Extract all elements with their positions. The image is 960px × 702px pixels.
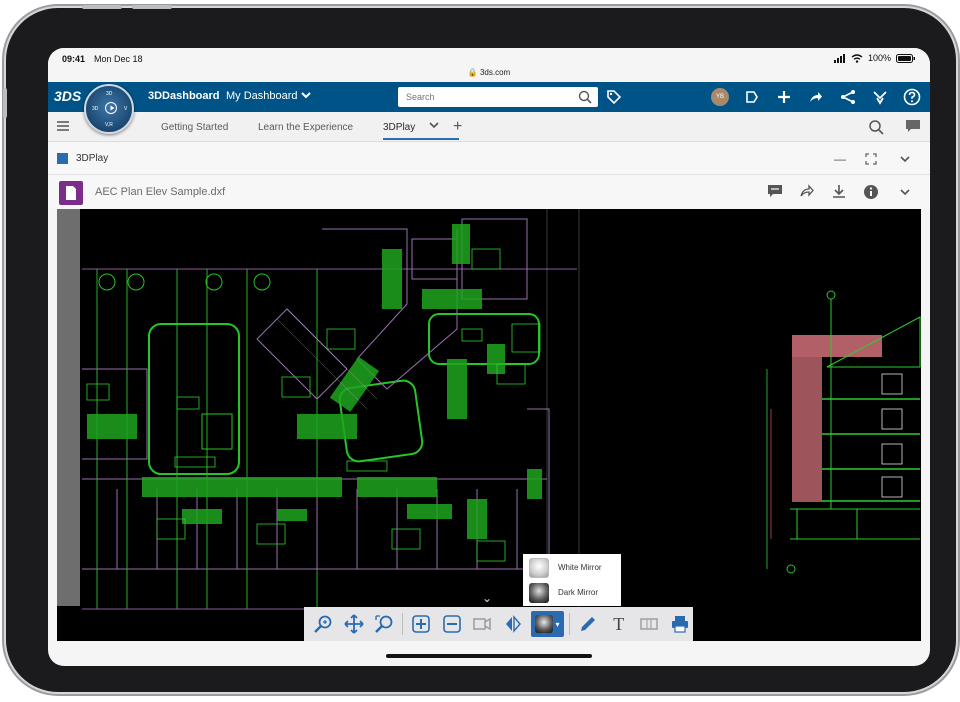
status-time: 09:41 — [62, 54, 86, 64]
dark-mirror-icon — [529, 583, 549, 603]
apps-icon[interactable] — [870, 87, 890, 107]
app-brand: 3DDashboard — [148, 90, 220, 102]
status-right: 100% — [833, 53, 916, 63]
dark-mirror-swatch — [535, 615, 554, 633]
add-icon[interactable] — [774, 87, 794, 107]
text-icon[interactable]: T — [606, 611, 632, 637]
url-bar[interactable]: 🔒 3ds.com — [48, 68, 930, 77]
zoom-out-icon[interactable] — [439, 611, 465, 637]
cross-section-icon[interactable] — [637, 611, 663, 637]
fullscreen-icon[interactable] — [865, 153, 877, 165]
dark-mirror-label: Dark Mirror — [558, 588, 598, 597]
hardware-button — [3, 88, 7, 118]
viewer-toolbar: ▾ T — [304, 607, 693, 641]
floor-plan-drawing — [82, 209, 921, 641]
wifi-icon — [851, 53, 863, 63]
dashboard-selector[interactable]: My Dashboard — [226, 90, 311, 102]
zoom-fit-icon[interactable] — [310, 611, 336, 637]
top-bar: 3DS 3D 3D V V,R 3DDashboard My Dashboard — [48, 82, 930, 134]
tab-learn-the-experience[interactable]: Learn the Experience — [258, 122, 353, 133]
compass-label-right: V — [124, 106, 128, 112]
chevron-down-icon — [300, 92, 311, 99]
info-icon[interactable] — [863, 184, 879, 200]
compass-label-top: 3D — [106, 91, 113, 97]
video-icon[interactable] — [469, 611, 495, 637]
status-bar: 09:41 Mon Dec 18 🔒 3ds.com 100% — [48, 48, 930, 82]
print-icon[interactable] — [667, 611, 693, 637]
tablet-frame: 09:41 Mon Dec 18 🔒 3ds.com 100% 3DS 3D 3… — [3, 5, 956, 692]
play-icon — [105, 102, 117, 114]
hardware-button — [82, 5, 122, 9]
screen: 09:41 Mon Dec 18 🔒 3ds.com 100% 3DS 3D 3… — [48, 48, 930, 666]
hardware-button — [132, 5, 172, 9]
white-mirror-option[interactable]: White Mirror — [523, 555, 621, 580]
lock-icon: 🔒 — [467, 68, 478, 77]
compass-icon[interactable]: 3D 3D V V,R — [84, 84, 134, 134]
minimize-icon[interactable]: — — [834, 152, 846, 166]
dashboard-tabs: Getting Started Learn the Experience 3DP… — [48, 112, 930, 142]
comment-icon[interactable] — [905, 119, 921, 133]
url-text: 3ds.com — [479, 68, 511, 77]
compass-label-left: 3D — [92, 106, 99, 112]
collab-space-icon[interactable] — [742, 87, 762, 107]
zoom-in-icon[interactable] — [408, 611, 434, 637]
document-title: AEC Plan Elev Sample.dxf — [95, 186, 226, 198]
document-icon — [59, 181, 83, 205]
avatar-button[interactable]: YB — [710, 87, 730, 107]
widget-header: 3DPlay — — [48, 143, 930, 175]
dark-mirror-option[interactable]: Dark Mirror — [523, 580, 621, 605]
battery-icon — [896, 53, 915, 63]
chevron-down-icon[interactable] — [899, 154, 911, 164]
help-icon[interactable] — [902, 87, 922, 107]
mirror-icon[interactable] — [500, 611, 526, 637]
dropdown-arrow-icon: ▾ — [555, 619, 560, 629]
tab-3dplay[interactable]: 3DPlay — [383, 122, 460, 140]
cad-viewer[interactable]: ⌄ White Mirror Dark Mirror ▾ T — [57, 209, 921, 641]
share-icon[interactable] — [799, 184, 815, 198]
add-tab-icon[interactable]: + — [453, 118, 462, 136]
widget-title: 3DPlay — [76, 153, 109, 164]
menu-icon[interactable] — [56, 119, 70, 133]
compass-label-bottom: V,R — [105, 122, 113, 128]
3dplay-app-icon — [57, 153, 68, 164]
search-icon[interactable] — [578, 90, 592, 104]
document-header: AEC Plan Elev Sample.dxf — [48, 175, 930, 209]
search-people-icon[interactable] — [868, 119, 884, 135]
dashboard-label: My Dashboard — [226, 90, 298, 102]
top-actions: YB — [710, 87, 922, 107]
home-indicator[interactable] — [386, 654, 592, 658]
pan-icon[interactable] — [341, 611, 367, 637]
share-icon[interactable] — [806, 87, 826, 107]
search-input[interactable] — [398, 87, 568, 107]
signal-icon — [833, 53, 845, 63]
chevron-down-icon[interactable]: ⌄ — [482, 591, 492, 605]
network-icon[interactable] — [838, 87, 858, 107]
download-icon[interactable] — [831, 184, 847, 200]
background-style-icon[interactable]: ▾ — [530, 611, 565, 637]
white-mirror-icon — [529, 558, 549, 578]
white-mirror-label: White Mirror — [558, 563, 602, 572]
ds-logo[interactable]: 3DS — [54, 88, 81, 104]
status-date: Mon Dec 18 — [94, 54, 143, 64]
mirror-menu: White Mirror Dark Mirror — [523, 554, 621, 606]
battery-percent: 100% — [867, 53, 891, 63]
toolbar-divider — [569, 613, 571, 635]
avatar: YB — [711, 88, 729, 106]
pen-icon[interactable] — [575, 611, 601, 637]
tab-getting-started[interactable]: Getting Started — [161, 122, 228, 133]
tag-icon[interactable] — [606, 89, 622, 105]
chevron-down-icon[interactable] — [428, 120, 440, 130]
toolbar-divider — [402, 613, 403, 635]
chevron-down-icon[interactable] — [899, 187, 911, 197]
side-panel-handle[interactable] — [57, 209, 80, 606]
zoom-area-icon[interactable] — [371, 611, 397, 637]
comment-icon[interactable] — [767, 184, 783, 198]
search-box — [398, 87, 598, 107]
